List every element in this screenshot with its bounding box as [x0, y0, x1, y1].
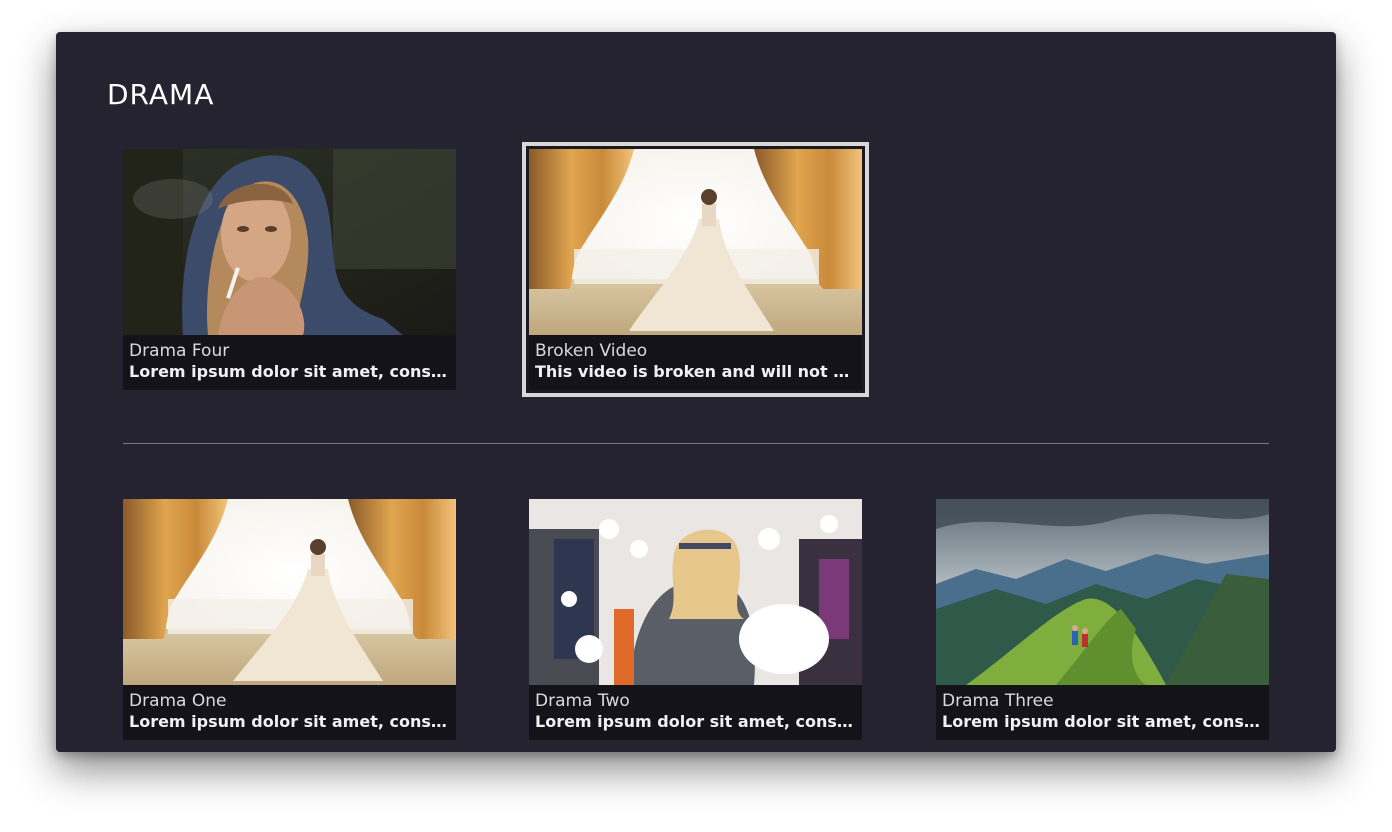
app-window: DRAMA Drama Four Lorem ipsum dolor sit a…	[56, 32, 1336, 752]
tile-description: Lorem ipsum dolor sit amet, consectetur …	[129, 712, 449, 731]
tile-description: Lorem ipsum dolor sit amet, consectetur …	[942, 712, 1262, 731]
section-title: DRAMA	[107, 78, 215, 111]
video-tile-drama-one[interactable]: Drama One Lorem ipsum dolor sit amet, co…	[123, 499, 456, 740]
video-tile-drama-three[interactable]: Drama Three Lorem ipsum dolor sit amet, …	[936, 499, 1269, 740]
tile-title: Broken Video	[535, 341, 648, 361]
video-tile-drama-two[interactable]: Drama Two Lorem ipsum dolor sit amet, co…	[529, 499, 862, 740]
tile-title: Drama Two	[535, 691, 630, 711]
bride-window-photo	[529, 149, 862, 335]
row-divider	[123, 443, 1269, 444]
tile-title: Drama Three	[942, 691, 1054, 711]
tile-title: Drama One	[129, 691, 227, 711]
bride-window-photo	[123, 499, 456, 685]
tile-description: This video is broken and will not play	[535, 362, 855, 381]
video-tile-broken-video[interactable]: Broken Video This video is broken and wi…	[522, 142, 869, 397]
pillow-fight-photo	[529, 499, 862, 685]
woman-hood-smoking-photo	[123, 149, 456, 335]
tile-description: Lorem ipsum dolor sit amet, consectetur …	[129, 362, 449, 381]
video-tile-drama-four[interactable]: Drama Four Lorem ipsum dolor sit amet, c…	[123, 149, 456, 390]
mountain-hikers-photo	[936, 499, 1269, 685]
tile-title: Drama Four	[129, 341, 230, 361]
tile-description: Lorem ipsum dolor sit amet, consectetur …	[535, 712, 855, 731]
